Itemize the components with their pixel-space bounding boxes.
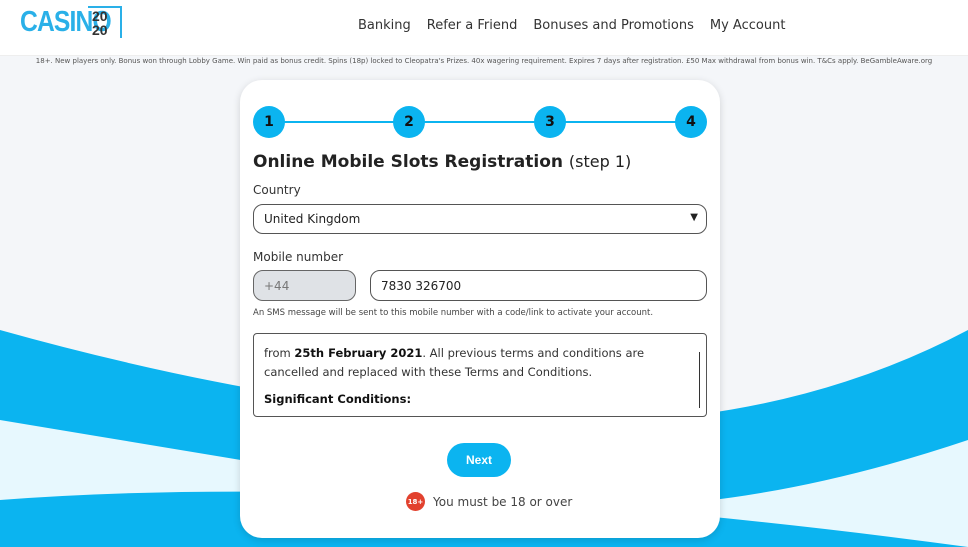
country-code-field: +44 — [253, 270, 356, 301]
age-18-icon: 18+ — [406, 492, 425, 511]
scrollbar[interactable] — [699, 352, 700, 408]
nav-banking[interactable]: Banking — [358, 18, 411, 33]
step-2: 2 — [393, 106, 425, 138]
logo[interactable]: CASINO 20 20 — [20, 6, 127, 39]
step-indicator: 1 2 3 4 — [253, 106, 707, 138]
country-label: Country — [253, 183, 301, 197]
step-4: 4 — [675, 106, 707, 138]
page-title: Online Mobile Slots Registration (step 1… — [253, 152, 632, 172]
logo-number: 20 20 — [88, 6, 122, 38]
mobile-label: Mobile number — [253, 250, 344, 264]
step-3: 3 — [534, 106, 566, 138]
dropdown-arrow-icon: ▼ — [690, 212, 698, 223]
age-notice: 18+ You must be 18 or over — [406, 492, 572, 511]
next-button[interactable]: Next — [447, 443, 511, 477]
nav-bonuses[interactable]: Bonuses and Promotions — [533, 18, 694, 33]
mobile-number-input[interactable]: 7830 326700 — [370, 270, 707, 301]
country-select[interactable]: United Kingdom ▼ — [253, 204, 707, 234]
step-1: 1 — [253, 106, 285, 138]
main-nav: Banking Refer a Friend Bonuses and Promo… — [358, 18, 785, 33]
header: CASINO 20 20 Banking Refer a Friend Bonus… — [0, 0, 968, 56]
registration-card: 1 2 3 4 Online Mobile Slots Registration… — [240, 80, 720, 538]
nav-my-account[interactable]: My Account — [710, 18, 786, 33]
disclaimer: 18+. New players only. Bonus won through… — [35, 57, 933, 65]
step-line — [269, 121, 691, 123]
nav-refer-a-friend[interactable]: Refer a Friend — [427, 18, 518, 33]
terms-box[interactable]: from 25th February 2021. All previous te… — [253, 333, 707, 417]
sms-hint: An SMS message will be sent to this mobi… — [253, 308, 654, 318]
